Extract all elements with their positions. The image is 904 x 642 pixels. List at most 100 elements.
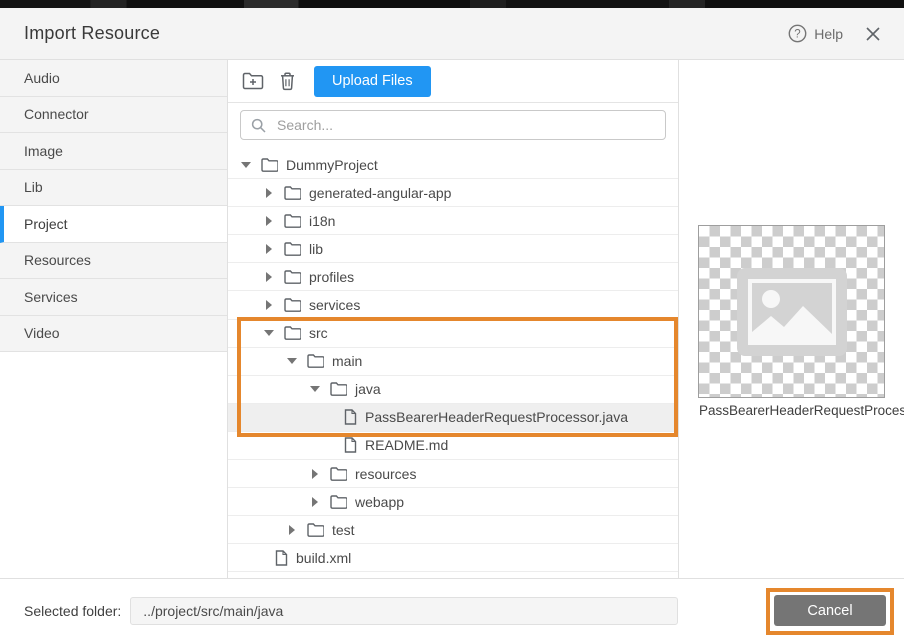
header-actions: ? Help [788,24,880,43]
folder-icon [307,523,324,537]
selected-folder-label: Selected folder: [24,603,121,619]
file-icon [344,409,357,425]
folder-icon [307,354,324,368]
tree-row-main[interactable]: main [228,348,678,376]
tree-item-label: DummyProject [286,157,378,173]
folder-icon [284,326,301,340]
cancel-button[interactable]: Cancel [774,595,886,626]
folder-icon [284,298,301,312]
help-button[interactable]: ? Help [788,24,843,43]
tree-row-build-xml[interactable]: build.xml [228,544,678,572]
selected-folder-path: ../project/src/main/java [130,597,678,625]
trash-icon [280,72,295,91]
dialog-header: Import Resource ? Help [0,8,904,60]
file-icon [344,437,357,453]
search-icon [251,118,266,133]
folder-icon [330,495,347,509]
tree-item-label: lib [309,241,323,257]
svg-text:?: ? [795,29,801,41]
folder-icon [284,186,301,200]
tree-row-services[interactable]: services [228,291,678,319]
tree-row-resources[interactable]: resources [228,460,678,488]
upload-files-button[interactable]: Upload Files [314,66,431,97]
search-box [240,110,666,140]
sidebar-item-label: Lib [24,179,43,195]
tree-row-profiles[interactable]: profiles [228,263,678,291]
tree-item-label: profiles [309,269,354,285]
tree-item-label: resources [355,466,416,482]
preview-caption: PassBearerHeaderRequestProcessor.java [699,403,904,418]
sidebar-item-connector[interactable]: Connector [0,97,227,134]
file-tree-panel: Upload Files DummyProject generated-angul… [228,60,678,578]
tree-item-label: build.xml [296,550,351,566]
folder-icon [330,382,347,396]
folder-plus-icon [242,72,264,90]
caret-right-icon[interactable] [263,244,275,254]
tree-toolbar: Upload Files [228,60,678,103]
category-sidebar: Audio Connector Image Lib Project Resources Se… [0,60,228,578]
caret-down-icon[interactable] [286,358,298,364]
file-icon [275,550,288,566]
folder-icon [330,467,347,481]
tree-row-test[interactable]: test [228,516,678,544]
tree-row-passbearerheaderrequestprocessor-java[interactable]: PassBearerHeaderRequestProcessor.java [228,404,678,432]
tree-row-java[interactable]: java [228,376,678,404]
folder-icon [284,270,301,284]
preview-panel: PassBearerHeaderRequestProcessor.java [678,60,904,578]
caret-right-icon[interactable] [309,497,321,507]
tree-item-label: i18n [309,213,335,229]
sidebar-item-label: Services [24,289,78,305]
background-page-strip [0,0,904,8]
caret-right-icon[interactable] [263,272,275,282]
page-title: Import Resource [24,23,160,44]
sidebar-item-lib[interactable]: Lib [0,170,227,207]
caret-right-icon[interactable] [309,469,321,479]
tree-item-label: src [309,325,328,341]
tree-row-dummyproject[interactable]: DummyProject [228,151,678,179]
sidebar-item-video[interactable]: Video [0,316,227,353]
tree-item-label: README.md [365,437,448,453]
sidebar-item-label: Image [24,143,63,159]
image-placeholder-icon [737,268,847,356]
dialog-footer: Selected folder: ../project/src/main/jav… [0,578,904,642]
tree-item-label: services [309,297,360,313]
sidebar-item-label: Video [24,325,60,341]
sidebar-item-label: Connector [24,106,89,122]
tree-item-label: generated-angular-app [309,185,451,201]
folder-icon [284,242,301,256]
sidebar-item-audio[interactable]: Audio [0,60,227,97]
sidebar-item-services[interactable]: Services [0,279,227,316]
tree-item-label: main [332,353,362,369]
sidebar-item-image[interactable]: Image [0,133,227,170]
caret-right-icon[interactable] [263,300,275,310]
caret-down-icon[interactable] [263,330,275,336]
caret-right-icon[interactable] [286,525,298,535]
import-resource-dialog: Import Resource ? Help Audio Connector Ima… [0,8,904,642]
delete-button[interactable] [272,66,302,96]
caret-right-icon[interactable] [263,216,275,226]
search-input[interactable] [275,116,655,134]
sidebar-item-label: Resources [24,252,91,268]
new-folder-button[interactable] [238,66,268,96]
tree-row-webapp[interactable]: webapp [228,488,678,516]
sidebar-item-resources[interactable]: Resources [0,243,227,280]
file-tree: DummyProject generated-angular-app i18n lib… [228,151,678,572]
tree-row-generated-angular-app[interactable]: generated-angular-app [228,179,678,207]
sidebar-item-project[interactable]: Project [0,206,227,243]
folder-icon [261,158,278,172]
tree-row-readme-md[interactable]: README.md [228,432,678,460]
caret-right-icon[interactable] [263,188,275,198]
tree-row-i18n[interactable]: i18n [228,207,678,235]
folder-icon [284,214,301,228]
tree-item-label: test [332,522,355,538]
tree-row-src[interactable]: src [228,320,678,348]
caret-down-icon[interactable] [240,162,252,168]
close-button[interactable] [866,27,880,41]
help-label: Help [814,26,843,42]
tree-row-lib[interactable]: lib [228,235,678,263]
preview-thumbnail [698,225,885,398]
close-icon [866,27,880,41]
caret-down-icon[interactable] [309,386,321,392]
help-icon: ? [788,24,807,43]
tree-item-label: java [355,381,381,397]
